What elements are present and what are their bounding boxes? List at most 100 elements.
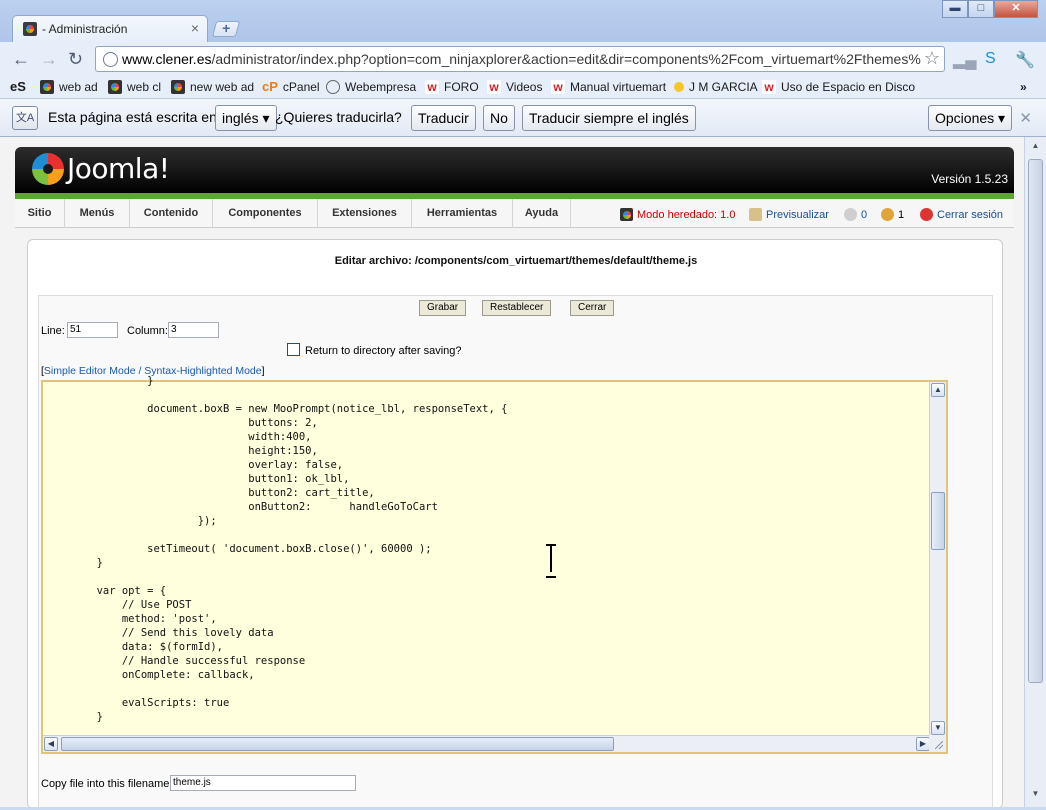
forward-button[interactable]: →: [40, 49, 58, 70]
bookmark-manual-virtuemart[interactable]: w Manual virtuemart: [551, 78, 666, 95]
admin-menubar: Sitio Menús Contenido Componentes Extens…: [15, 199, 1014, 228]
code-line: button1: ok_lbl,: [46, 473, 350, 485]
code-line: // Send this lovely data: [46, 627, 274, 639]
es-icon: eS: [10, 79, 26, 94]
code-line: // Use POST: [46, 599, 192, 611]
new-tab-button[interactable]: +: [211, 20, 241, 37]
column-label: Column:: [127, 325, 168, 337]
preview-link[interactable]: Previsualizar: [749, 208, 829, 221]
scroll-left-icon[interactable]: ◀: [44, 737, 58, 751]
menu-sitio[interactable]: Sitio: [15, 199, 65, 228]
editor-vertical-scrollbar[interactable]: ▲ ▼: [929, 382, 946, 736]
translate-prompt: Esta página está escrita en: [48, 109, 217, 125]
code-line: button2: cart_title,: [46, 487, 375, 499]
menu-menus[interactable]: Menús: [65, 199, 130, 228]
window-close-button[interactable]: ✕: [994, 0, 1038, 18]
logout-icon: [920, 208, 933, 221]
code-editor[interactable]: } document.boxB = new MooPrompt(notice_l…: [41, 375, 948, 754]
code-line: var opt = {: [46, 585, 167, 597]
messages-status[interactable]: 0: [844, 208, 867, 221]
bookmark-web-cl[interactable]: web cl: [108, 78, 161, 95]
code-line: onComplete: callback,: [46, 669, 255, 681]
always-translate-button[interactable]: Traducir siempre el inglés: [522, 105, 696, 131]
line-field[interactable]: 51: [67, 322, 118, 338]
reload-button[interactable]: ↻: [68, 49, 83, 70]
return-label: Return to directory after saving?: [305, 345, 462, 357]
scroll-thumb[interactable]: [931, 492, 945, 550]
page-scroll-down-icon[interactable]: ▼: [1028, 789, 1043, 803]
translate-options-button[interactable]: Opciones ▾: [928, 105, 1013, 131]
menu-extensiones[interactable]: Extensiones: [318, 199, 412, 228]
address-bar[interactable]: www.clener.es/administrator/index.php?op…: [95, 46, 945, 72]
back-button[interactable]: ←: [12, 49, 30, 70]
joomla-icon: [108, 79, 122, 94]
bookmark-videos[interactable]: w Videos: [487, 78, 542, 95]
menu-contenido[interactable]: Contenido: [130, 199, 213, 228]
no-translate-button[interactable]: No: [483, 105, 515, 131]
resize-grip-icon[interactable]: [929, 735, 946, 752]
joomla-favicon-icon: [23, 22, 37, 36]
translate-close-icon[interactable]: ✕: [1019, 109, 1032, 127]
code-line: onButton2: handleGoToCart: [46, 501, 438, 513]
editor-horizontal-scrollbar[interactable]: ◀ ▶: [43, 735, 931, 752]
bookmark-cpanel[interactable]: cP cPanel: [262, 78, 320, 95]
bookmark-es[interactable]: eS: [10, 78, 26, 95]
logout-link[interactable]: Cerrar sesión: [920, 208, 1003, 221]
bookmark-new-web-ad[interactable]: new web ad: [171, 78, 254, 95]
return-checkbox[interactable]: [287, 343, 300, 356]
copy-filename-field[interactable]: theme.js: [170, 775, 356, 791]
menu-herramientas[interactable]: Herramientas: [412, 199, 513, 228]
page-info-icon[interactable]: [103, 52, 118, 67]
code-line: setTimeout( 'document.boxB.close()', 600…: [46, 543, 432, 555]
tab-close-icon[interactable]: ×: [191, 20, 199, 36]
bookmark-star-icon[interactable]: ☆: [924, 48, 940, 69]
minimize-button[interactable]: ▬: [942, 0, 968, 18]
preview-icon: [749, 208, 762, 221]
code-line: // Handle successful response: [46, 655, 306, 667]
menu-componentes[interactable]: Componentes: [213, 199, 318, 228]
language-select[interactable]: inglés ▾: [215, 105, 277, 131]
page-vertical-scrollbar[interactable]: ▲ ▼: [1024, 137, 1046, 807]
w-icon: w: [487, 79, 501, 94]
wrench-icon[interactable]: 🔧: [1015, 50, 1035, 70]
bookmark-jm-garcia[interactable]: J M GARCIA: [674, 78, 758, 95]
line-label: Line:: [41, 325, 65, 337]
column-field[interactable]: 3: [168, 322, 219, 338]
bookmarks-more-button[interactable]: »: [1020, 78, 1027, 95]
joomla-logo-icon: [32, 152, 64, 185]
save-button[interactable]: Grabar: [419, 300, 467, 316]
scroll-up-icon[interactable]: ▲: [931, 383, 945, 397]
menu-ayuda[interactable]: Ayuda: [513, 199, 571, 228]
scroll-down-icon[interactable]: ▼: [931, 721, 945, 735]
joomla-icon: [171, 79, 185, 94]
joomla-header: Joomla! Versión 1.5.23: [15, 147, 1014, 199]
code-line: });: [46, 515, 217, 527]
bookmark-webempresa[interactable]: Webempresa: [326, 78, 416, 95]
maximize-button[interactable]: □: [968, 0, 994, 18]
users-icon: [881, 208, 894, 221]
translate-button[interactable]: Traducir: [411, 105, 476, 131]
bookmark-uso-espacio[interactable]: w Uso de Espacio en Disco: [762, 78, 915, 95]
translate-question: ¿Quieres traducirla?: [275, 109, 402, 125]
edit-panel: Editar archivo: /components/com_virtuema…: [27, 239, 1003, 807]
skype-icon[interactable]: S: [985, 50, 996, 68]
scroll-right-icon[interactable]: ▶: [916, 737, 930, 751]
bookmark-web-ad[interactable]: web ad: [40, 78, 98, 95]
code-line: evalScripts: true: [46, 697, 230, 709]
messages-icon: [844, 208, 857, 221]
users-status[interactable]: 1: [881, 208, 904, 221]
browser-tab[interactable]: - Administración ×: [12, 15, 208, 43]
bookmark-foro[interactable]: w FORO: [425, 78, 479, 95]
page-scroll-thumb[interactable]: [1028, 159, 1043, 683]
page-scroll-up-icon[interactable]: ▲: [1028, 141, 1043, 155]
close-button[interactable]: Cerrar: [570, 300, 615, 316]
globe-icon: [326, 79, 340, 94]
reset-button[interactable]: Restablecer: [482, 300, 552, 316]
code-line: document.boxB = new MooPrompt(notice_lbl…: [46, 403, 508, 415]
scroll-thumb-horizontal[interactable]: [61, 737, 614, 751]
code-text[interactable]: } document.boxB = new MooPrompt(notice_l…: [43, 374, 931, 728]
code-line: data: $(formId),: [46, 641, 224, 653]
